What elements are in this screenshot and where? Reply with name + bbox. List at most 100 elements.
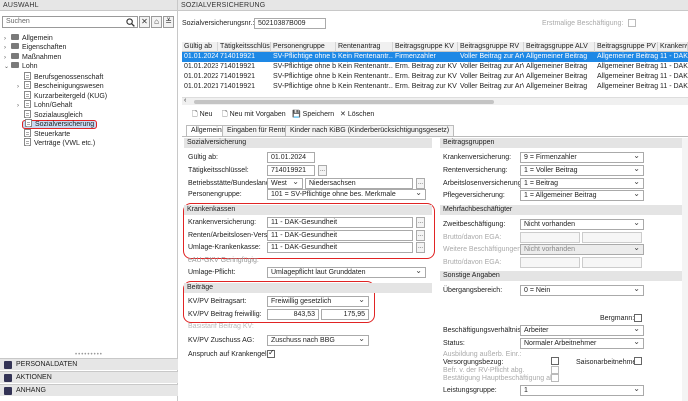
gueltig-ab-field[interactable]: 01.01.2024 <box>267 152 315 163</box>
nav-anhang[interactable]: ANHANG <box>0 384 178 396</box>
chevron-down-icon[interactable]: ⌄ <box>4 63 11 72</box>
bg-alv-select[interactable]: 1 = Beitrag <box>520 178 644 189</box>
bg-pv-select[interactable]: 1 = Allgemeiner Beitrag <box>520 190 644 201</box>
folder-icon <box>11 62 19 68</box>
uebergangsbereich-select[interactable]: 0 = Nein <box>520 285 644 296</box>
brutto1-field[interactable] <box>520 232 580 243</box>
bundesland-field[interactable]: Niedersachsen <box>305 178 413 189</box>
versorgungsbezug-checkbox[interactable] <box>551 357 559 365</box>
verhaeltnis-select[interactable]: Arbeiter <box>520 325 644 336</box>
document-icon <box>24 81 31 89</box>
table-row[interactable]: 01.01.2024 714019921 SV-Pflichtige ohne … <box>182 52 688 62</box>
tree-item-vertraege[interactable]: Verträge (VWL etc.) <box>24 138 95 147</box>
col-bg-alv[interactable]: Beitragsgruppe ALV <box>524 42 595 52</box>
krankenversicherung-field[interactable]: 11 - DAK-Gesundheit <box>267 217 413 228</box>
bergmann-checkbox[interactable] <box>634 314 642 322</box>
actions-icon <box>4 374 12 382</box>
new-template-button[interactable]: 🗋 Neu mit Vorgaben <box>222 110 286 120</box>
tree-item-kurzarbeitergeld[interactable]: Kurzarbeitergeld (KUG) <box>24 91 107 100</box>
tree-item-sozialausgleich[interactable]: Sozialausgleich <box>24 110 83 119</box>
section-beitraege: Beiträge <box>184 283 432 293</box>
tree-item-steuerkarte[interactable]: Steuerkarte <box>24 129 70 138</box>
taetigkeit-lookup-button[interactable]: ... <box>318 165 327 176</box>
status-select[interactable]: Normaler Arbeitnehmer <box>520 338 644 349</box>
collapse-icon[interactable]: ≚ <box>163 16 174 28</box>
save-button[interactable]: 💾 Speichern <box>292 110 334 120</box>
table-row[interactable]: 01.01.2022 714019921 SV-Pflichtige ohne … <box>182 72 688 82</box>
section-krankenkassen: Krankenkassen <box>184 205 432 215</box>
clear-icon[interactable]: ✕ <box>139 16 150 28</box>
tree-item-allgemein[interactable]: › Allgemein <box>4 34 53 43</box>
befreiung-checkbox[interactable] <box>551 366 559 374</box>
bundesland-lookup-button[interactable]: ... <box>416 178 425 189</box>
table-row[interactable]: 01.01.2021 714019921 SV-Pflichtige ohne … <box>182 82 688 92</box>
ega2-field[interactable] <box>582 257 642 268</box>
chevron-right-icon[interactable]: › <box>17 83 24 92</box>
rv-alv-field[interactable]: 11 - DAK-Gesundheit <box>267 230 413 241</box>
document-icon <box>24 110 31 118</box>
col-bg-rv[interactable]: Beitragsgruppe RV <box>458 42 524 52</box>
zweitbeschaeftigung-select[interactable]: Nicht vorhanden <box>520 219 644 230</box>
search-input[interactable]: Suchen <box>2 16 138 28</box>
home-icon[interactable]: ⌂ <box>151 16 162 28</box>
left-pane-header: AUSWAHL <box>0 0 177 11</box>
table-row[interactable]: 01.01.2023 714019921 SV-Pflichtige ohne … <box>182 62 688 72</box>
tree-item-massnahmen[interactable]: › Maßnahmen <box>4 53 61 62</box>
col-bg-pv[interactable]: Beitragsgruppe PV <box>595 42 658 52</box>
bg-rv-select[interactable]: 1 = Voller Beitrag <box>520 165 644 176</box>
col-bg-kv[interactable]: Beitragsgruppe KV <box>393 42 458 52</box>
leistungsgruppe-select[interactable]: 1 <box>520 385 644 396</box>
bg-kv-select[interactable]: 9 = Firmenzahler <box>520 152 644 163</box>
saison-checkbox[interactable] <box>634 357 642 365</box>
zuschuss-select[interactable]: Zuschuss nach BBG <box>267 335 369 346</box>
erstmalig-label: Erstmalige Beschäftigung: <box>542 20 624 27</box>
tree-item-sozialversicherung[interactable]: Sozialversicherung <box>22 119 98 129</box>
tree-item-lohn-gehalt[interactable]: › Lohn/Gehalt <box>17 100 72 109</box>
weitere-select[interactable]: Nicht vorhanden <box>520 244 644 255</box>
document-icon <box>24 91 31 99</box>
erstmalig-checkbox[interactable] <box>628 19 636 27</box>
tree-item-berufsgenossenschaft[interactable]: Berufsgenossenschaft <box>24 72 103 81</box>
brutto2-field[interactable] <box>520 257 580 268</box>
chevron-right-icon[interactable]: › <box>17 102 24 111</box>
form-scrollbar[interactable] <box>682 138 688 401</box>
nav-personaldaten[interactable]: PERSONALDATEN <box>0 358 178 370</box>
scroll-left-icon[interactable]: ‹ <box>184 97 186 104</box>
personengruppe-select[interactable]: 101 = SV-Pflichtige ohne bes. Merkmale <box>267 189 426 200</box>
col-gueltig[interactable]: Gültig ab <box>182 42 218 52</box>
betriebsstaette-select[interactable]: West <box>267 178 303 189</box>
freiwillig-pv-field[interactable]: 175,95 <box>321 309 369 320</box>
col-rentenantrag[interactable]: Rentenantrag <box>336 42 393 52</box>
document-icon <box>24 129 31 137</box>
umlagepflicht-select[interactable]: Umlagepflicht laut Grunddaten <box>267 267 426 278</box>
beitragsart-select[interactable]: Freiwillig gesetzlich <box>267 296 369 307</box>
umlage-lookup-button[interactable]: ... <box>416 242 425 253</box>
grid-scrollbar[interactable]: ‹ <box>182 97 688 105</box>
document-icon <box>24 138 31 146</box>
ega1-field[interactable] <box>582 232 642 243</box>
nav-aktionen[interactable]: AKTIONEN <box>0 371 178 383</box>
tree-item-lohn[interactable]: ⌄ Lohn <box>4 62 38 71</box>
tree-item-bescheinigungswesen[interactable]: › Bescheinigungswesen <box>17 81 104 90</box>
chevron-right-icon[interactable]: › <box>4 44 11 53</box>
krankengeld-checkbox[interactable] <box>267 348 275 358</box>
umlage-kk-field[interactable]: 11 - DAK-Gesundheit <box>267 242 413 253</box>
col-personengruppe[interactable]: Personengruppe <box>271 42 336 52</box>
rv-lookup-button[interactable]: ... <box>416 230 425 241</box>
document-icon <box>25 119 32 127</box>
kv-lookup-button[interactable]: ... <box>416 217 425 228</box>
freiwillig-kv-field[interactable]: 843,53 <box>267 309 319 320</box>
col-taetigkeit[interactable]: Tätigkeitsschlüssel <box>218 42 271 52</box>
new-button[interactable]: 🗋 Neu <box>192 110 212 120</box>
scrollbar-thumb[interactable] <box>194 100 494 104</box>
tab-kinder[interactable]: Kinder nach KiBG (Kinderberücksichtigung… <box>285 125 455 136</box>
taetigkeit-field[interactable]: 714019921 <box>267 165 315 176</box>
tree-item-eigenschaften[interactable]: › Eigenschaften <box>4 43 66 52</box>
col-kv[interactable]: Krankenvers <box>658 42 688 52</box>
search-icon[interactable] <box>126 18 135 27</box>
new-template-icon: 🗋 <box>222 111 228 118</box>
section-mehrfach: Mehrfachbeschäftigter <box>440 205 684 215</box>
hauptbeschaeftigung-checkbox[interactable] <box>551 374 559 382</box>
delete-button[interactable]: ✕ Löschen <box>340 110 374 120</box>
svnr-field[interactable]: 50210387B009 <box>254 18 326 29</box>
